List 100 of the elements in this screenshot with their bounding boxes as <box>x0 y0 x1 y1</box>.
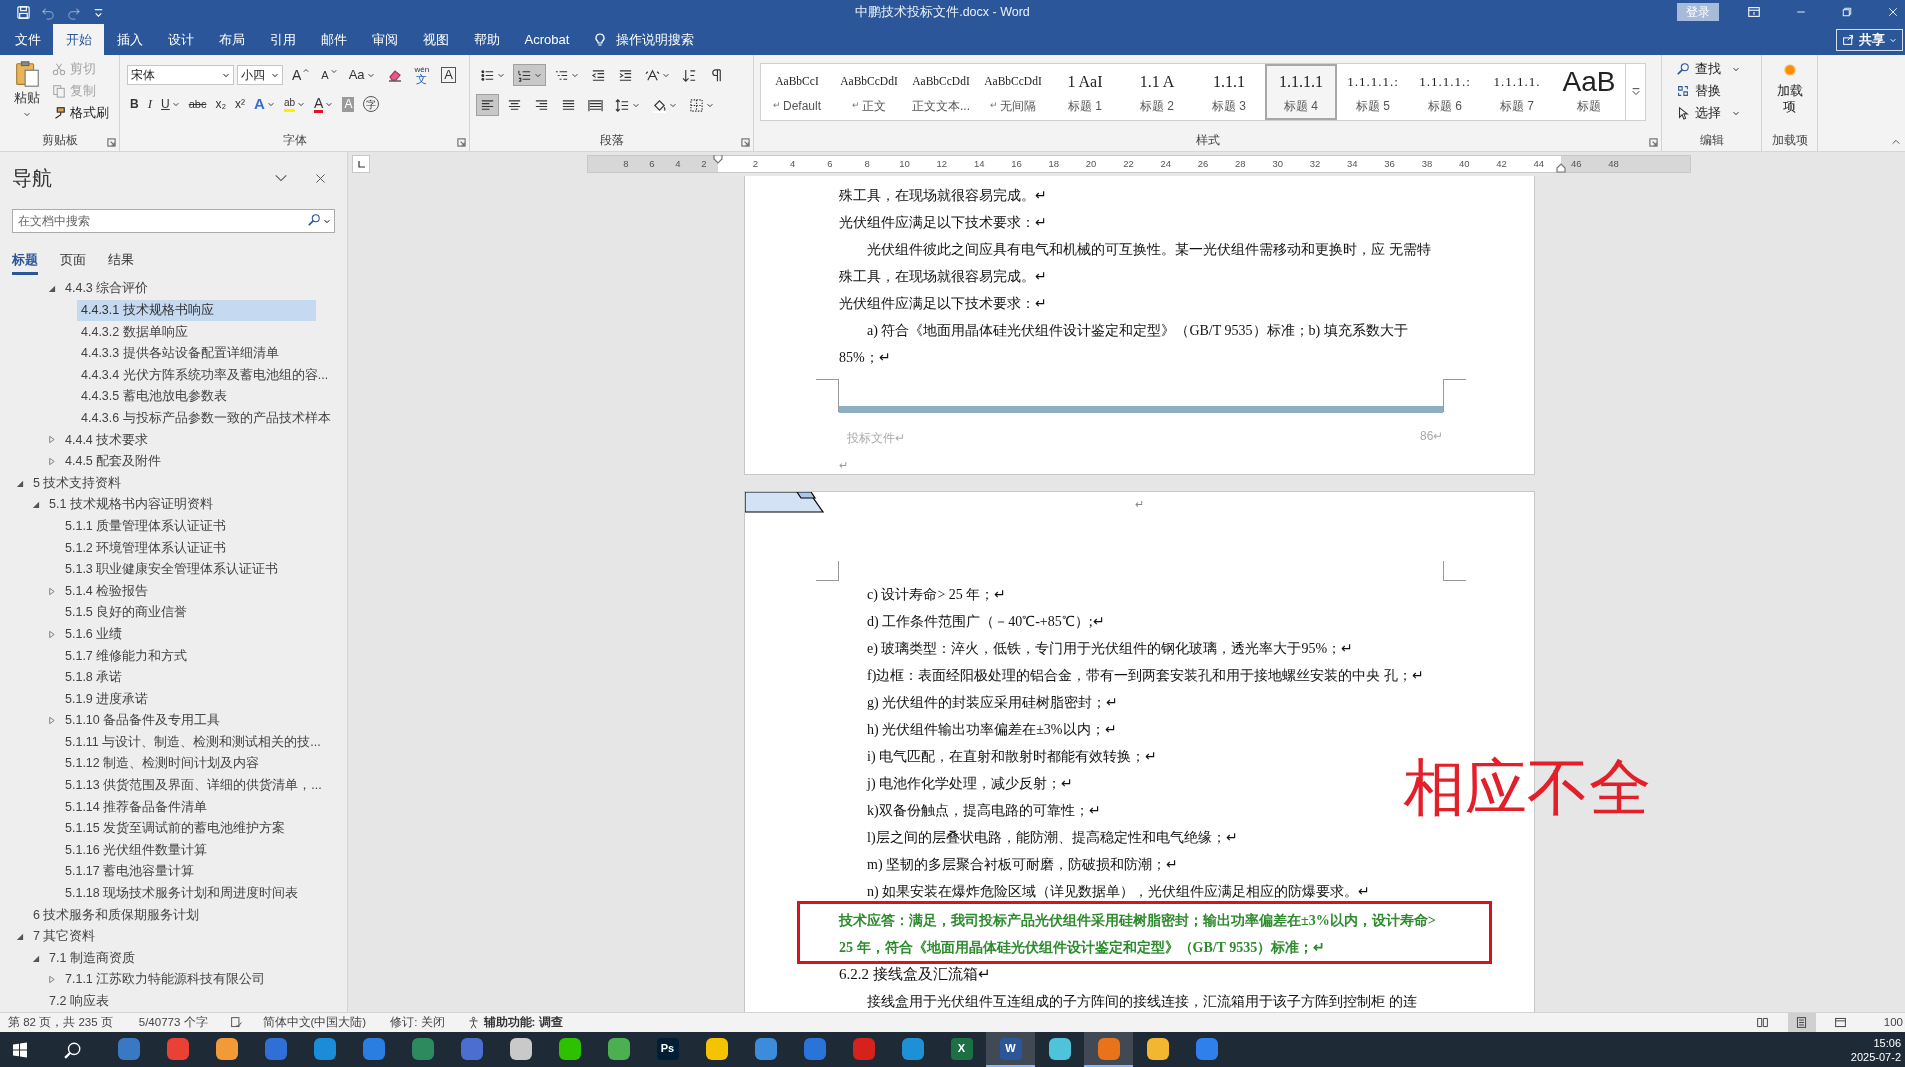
font-tool-button[interactable]: A <box>289 65 313 85</box>
search-icon[interactable] <box>307 213 321 227</box>
ribbon-tab[interactable]: 设计 <box>155 24 206 55</box>
heading-item[interactable]: 5.1.7 维修能力和方式 <box>61 645 316 667</box>
font-tool-button[interactable]: ab <box>280 94 309 114</box>
collapsed-triangle-icon[interactable] <box>46 629 56 639</box>
heading-item[interactable]: 5 技术支持资料 <box>29 472 316 494</box>
heading-item[interactable]: 4.4.3.2 数据单响应 <box>77 321 316 343</box>
collapsed-triangle-icon[interactable] <box>46 435 56 445</box>
heading-item[interactable]: 4.4.3.4 光伏方阵系统功率及蓄电池组的容... <box>77 364 329 386</box>
collapse-ribbon-icon[interactable] <box>1891 137 1901 147</box>
heading-item[interactable]: 5.1.12 制造、检测时间计划及内容 <box>61 753 316 775</box>
dialog-launcher-icon[interactable] <box>741 138 750 147</box>
heading-item[interactable]: 4.4.3.3 提供各站设备配置详细清单 <box>77 342 316 365</box>
search-field[interactable]: 在文档中搜索 <box>12 209 335 233</box>
heading-item[interactable]: 5.1.8 承诺 <box>61 666 316 689</box>
ribbon-tab[interactable]: 文件 <box>2 24 53 55</box>
zoom-level[interactable]: 100 <box>1883 1013 1903 1032</box>
style-item[interactable]: 1 AaI 标题 1 <box>1049 64 1121 120</box>
close-icon[interactable] <box>314 171 327 185</box>
heading-item[interactable]: 4.4.3.6 与投标产品参数一致的产品技术样本 <box>77 407 331 430</box>
expanded-triangle-icon[interactable] <box>30 953 40 963</box>
windows-logo-icon[interactable] <box>12 1041 28 1058</box>
expanded-triangle-icon[interactable] <box>14 932 24 942</box>
taskbar-app-button[interactable]: W <box>986 1032 1035 1067</box>
share-button[interactable]: 共享 <box>1836 28 1903 51</box>
expanded-triangle-icon[interactable] <box>30 500 40 510</box>
ribbon-tab[interactable]: 开始 <box>53 24 104 55</box>
accessibility-status[interactable]: 辅助功能: 调查 <box>483 1013 563 1032</box>
style-item[interactable]: 1.1.1 标题 3 <box>1193 64 1265 120</box>
style-item[interactable]: 1.1.1.1.: 标题 5 <box>1337 64 1409 120</box>
heading-item[interactable]: 5.1.17 蓄电池容量计算 <box>61 861 316 883</box>
word-count[interactable]: 5/40773 个字 <box>138 1013 208 1032</box>
font-tool-button[interactable]: wén 文 <box>411 65 433 85</box>
tab-selector[interactable] <box>352 155 370 173</box>
style-item[interactable]: AaBbCcI ↵ Default <box>761 64 833 120</box>
heading-item[interactable]: 4.4.4 技术要求 <box>61 429 316 451</box>
collapsed-triangle-icon[interactable] <box>46 975 56 985</box>
accessibility-icon[interactable] <box>466 1016 480 1029</box>
heading-item[interactable]: 5.1.15 发货至调试前的蓄电池维护方案 <box>61 817 316 840</box>
view-button[interactable] <box>1787 1013 1816 1032</box>
font-tool-button[interactable]: A <box>311 94 337 114</box>
heading-item[interactable]: 7.2 响应表 <box>45 990 316 1012</box>
close-icon[interactable] <box>1887 6 1899 18</box>
heading-item[interactable]: 4.4.3.5 蓄电池放电参数表 <box>77 385 316 408</box>
dialog-launcher-icon[interactable] <box>107 138 116 147</box>
tell-me-search[interactable]: 操作说明搜索 <box>615 29 694 50</box>
font-tool-button[interactable]: Aa <box>345 65 378 85</box>
dialog-launcher-icon[interactable] <box>457 138 466 147</box>
font-tool-button[interactable]: U <box>158 94 183 114</box>
style-item[interactable]: 1.1.1.1 标题 4 <box>1265 64 1337 120</box>
style-item[interactable]: 1.1 A 标题 2 <box>1121 64 1193 120</box>
ribbon-tab[interactable]: Acrobat <box>512 24 582 55</box>
search-icon[interactable] <box>64 1040 82 1059</box>
heading-item[interactable]: 5.1.1 质量管理体系认证证书 <box>61 515 316 538</box>
pane-tab[interactable]: 结果 <box>108 248 134 275</box>
heading-item[interactable]: 7.1 制造商资质 <box>45 947 316 969</box>
heading-item[interactable]: 5.1 技术规格书内容证明资料 <box>45 493 316 516</box>
paste-button[interactable]: 粘贴 <box>6 59 48 129</box>
paragraph-tool-button[interactable] <box>476 94 499 116</box>
ribbon-tab[interactable]: 布局 <box>206 24 257 55</box>
heading-item[interactable]: 5.1.6 业绩 <box>61 623 316 646</box>
font-name-field[interactable]: 宋体 <box>127 65 234 85</box>
heading-item[interactable]: 5.1.10 备品备件及专用工具 <box>61 709 316 732</box>
save-icon[interactable] <box>16 4 31 20</box>
editing-button[interactable]: 替换 <box>1676 80 1740 102</box>
pane-tab[interactable]: 页面 <box>60 248 86 275</box>
clipboard-button[interactable]: 格式刷 <box>52 102 109 124</box>
add-ins-button[interactable]: 加载项 <box>1769 63 1810 129</box>
indent-marker-icon[interactable] <box>1556 163 1566 173</box>
clock-date[interactable]: 2025-07-2 <box>1850 1049 1901 1064</box>
page-count[interactable]: 第 82 页，共 235 页 <box>8 1013 113 1032</box>
style-item[interactable]: AaBbCcDdI ↵ 无间隔 <box>977 64 1049 120</box>
editing-button[interactable]: 查找 <box>1676 58 1740 80</box>
heading-item[interactable]: 5.1.11 与设计、制造、检测和测试相关的技... <box>61 731 321 754</box>
collapsed-triangle-icon[interactable] <box>46 716 56 726</box>
font-tool-button[interactable]: A <box>251 94 278 114</box>
taskbar-app-button[interactable]: X <box>937 1032 986 1067</box>
ribbon-tab[interactable]: 插入 <box>104 24 155 55</box>
style-item[interactable]: 1.1.1.1. 标题 7 <box>1481 64 1553 120</box>
heading-item[interactable]: 7 其它资料 <box>29 925 316 948</box>
style-item[interactable]: 1.1.1.1.: 标题 6 <box>1409 64 1481 120</box>
style-item[interactable]: AaBbCcDdI ↵ 正文 <box>833 64 905 120</box>
heading-item[interactable]: 4.4.3.1 技术规格书响应 <box>77 299 316 322</box>
heading-item[interactable]: 4.4.5 配套及附件 <box>61 450 316 473</box>
ribbon-tab[interactable]: 引用 <box>257 24 308 55</box>
clock-time[interactable]: 15:06 <box>1873 1035 1901 1050</box>
heading-item[interactable]: 5.1.18 现场技术服务计划和周进度时间表 <box>61 882 316 905</box>
style-item[interactable]: AaBbCcDdI 正文文本... <box>905 64 977 120</box>
track-changes-status[interactable]: 修订: 关闭 <box>390 1013 445 1032</box>
heading-item[interactable]: 5.1.16 光伏组件数量计算 <box>61 839 316 862</box>
taskbar-app-button[interactable] <box>1084 1032 1133 1067</box>
heading-item[interactable]: 5.1.4 检验报告 <box>61 580 316 602</box>
pane-tab[interactable]: 标题 <box>12 248 38 275</box>
ribbon-tab[interactable]: 邮件 <box>308 24 359 55</box>
ribbon-tab[interactable]: 视图 <box>410 24 461 55</box>
editing-button[interactable]: 选择 <box>1676 102 1740 124</box>
heading-item[interactable]: 5.1.14 推荐备品备件清单 <box>61 796 316 818</box>
font-tool-button[interactable]: A <box>318 65 340 85</box>
expanded-triangle-icon[interactable] <box>46 284 56 294</box>
